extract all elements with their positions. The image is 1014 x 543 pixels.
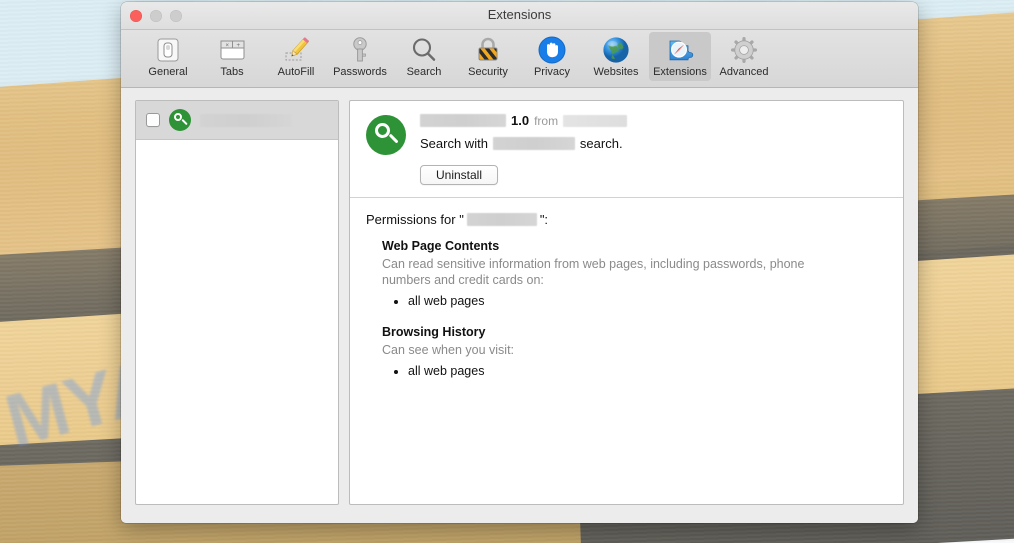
toolbar-item-general[interactable]: General xyxy=(137,32,199,81)
toolbar-label: AutoFill xyxy=(277,66,315,78)
security-lock-icon xyxy=(473,35,503,65)
extensions-puzzle-icon xyxy=(665,35,695,65)
toolbar-item-security[interactable]: Security xyxy=(457,32,519,81)
extension-from-label: from xyxy=(534,113,559,128)
permission-scope-list: all web pages xyxy=(408,362,887,381)
permission-scope-list: all web pages xyxy=(408,292,887,311)
toolbar-item-search[interactable]: Search xyxy=(393,32,455,81)
extension-publisher-redacted xyxy=(563,114,628,127)
toolbar-item-privacy[interactable]: Privacy xyxy=(521,32,583,81)
toolbar-item-tabs[interactable]: × + Tabs xyxy=(201,32,263,81)
extensions-list[interactable] xyxy=(135,100,339,505)
toolbar-item-websites[interactable]: Websites xyxy=(585,32,647,81)
general-switch-icon xyxy=(153,35,183,65)
extension-name-redacted xyxy=(420,114,506,127)
uninstall-button[interactable]: Uninstall xyxy=(420,165,498,185)
preferences-toolbar: General × + Tabs AutoFill Passwords Sear… xyxy=(121,30,918,88)
description-suffix: search. xyxy=(579,136,623,151)
tabs-icon: × + xyxy=(217,35,247,65)
toolbar-label: Websites xyxy=(593,66,639,78)
privacy-hand-icon xyxy=(537,35,567,65)
toolbar-label: Advanced xyxy=(719,66,769,78)
toolbar-label: Tabs xyxy=(220,66,244,78)
window-title: Extensions xyxy=(487,7,552,22)
extension-version: 1.0 xyxy=(511,113,530,128)
preferences-content: 1.0 from Search with search. Uninstall P… xyxy=(121,88,918,523)
permissions-title-prefix: Permissions for " xyxy=(366,212,464,227)
permission-block-web-page-contents: Web Page Contents Can read sensitive inf… xyxy=(382,239,887,311)
extension-title-row: 1.0 from xyxy=(420,113,887,128)
toolbar-item-extensions[interactable]: Extensions xyxy=(649,32,711,81)
permission-body: Can read sensitive information from web … xyxy=(382,257,805,287)
advanced-gear-icon xyxy=(729,35,759,65)
search-magnifier-icon xyxy=(409,35,439,65)
extension-detail-panel: 1.0 from Search with search. Uninstall P… xyxy=(349,100,904,505)
toolbar-item-advanced[interactable]: Advanced xyxy=(713,32,775,81)
permission-block-browsing-history: Browsing History Can see when you visit:… xyxy=(382,325,887,381)
list-item[interactable] xyxy=(136,101,338,140)
extension-enable-checkbox[interactable] xyxy=(146,113,160,127)
extension-name-redacted xyxy=(200,113,292,127)
window-titlebar[interactable]: Extensions xyxy=(121,2,918,30)
permissions-name-redacted xyxy=(466,213,537,226)
passwords-key-icon xyxy=(345,35,375,65)
description-name-redacted xyxy=(492,137,575,150)
desktop-background: MYANTISPYWARE.COM Extensions General xyxy=(0,0,1014,543)
autofill-pencil-icon xyxy=(281,35,311,65)
permissions-title-suffix: ": xyxy=(539,212,549,227)
extension-description: Search with search. xyxy=(420,136,887,151)
safari-preferences-window: Extensions General × + Tabs AutoFill Pas… xyxy=(121,2,918,523)
toolbar-label: Extensions xyxy=(653,66,707,78)
toolbar-label: General xyxy=(148,66,188,78)
svg-text:+: + xyxy=(236,43,240,49)
permission-body: Can see when you visit: xyxy=(382,342,515,357)
toolbar-item-passwords[interactable]: Passwords xyxy=(329,32,391,81)
toolbar-label: Search xyxy=(406,66,442,78)
green-search-extension-icon xyxy=(366,115,406,155)
permissions-section: Permissions for " ": Web Page Contents C… xyxy=(350,198,903,504)
toolbar-label: Passwords xyxy=(333,66,387,78)
websites-globe-icon xyxy=(601,35,631,65)
toolbar-label: Security xyxy=(468,66,508,78)
permissions-title: Permissions for " ": xyxy=(366,212,887,227)
toolbar-label: Privacy xyxy=(533,66,571,78)
svg-text:×: × xyxy=(225,43,229,49)
permission-scope-item: all web pages xyxy=(408,292,887,311)
green-search-extension-icon xyxy=(169,109,191,131)
permission-heading: Browsing History xyxy=(382,324,486,339)
extension-header: 1.0 from Search with search. Uninstall xyxy=(350,101,903,198)
permission-scope-item: all web pages xyxy=(408,362,887,381)
toolbar-item-autofill[interactable]: AutoFill xyxy=(265,32,327,81)
description-prefix: Search with xyxy=(420,136,488,151)
permission-heading: Web Page Contents xyxy=(382,239,500,253)
